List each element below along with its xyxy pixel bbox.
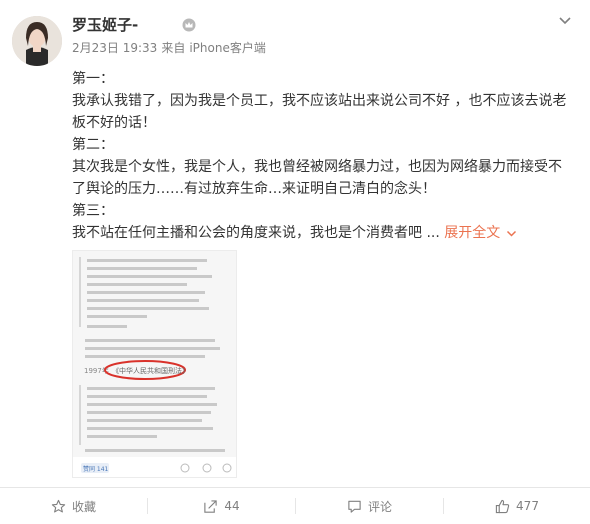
expand-label: 展开全文 bbox=[444, 225, 501, 241]
expand-full-text-link[interactable]: 展开全文 bbox=[444, 225, 517, 241]
post-line: 第一： bbox=[72, 71, 114, 87]
image-footer-count: 赞同 141 bbox=[83, 465, 109, 473]
post-line: 板不好的话！ bbox=[72, 115, 156, 131]
post-time[interactable]: 2月23日 19:33 bbox=[72, 41, 157, 55]
post-line-last: 我不站在任何主播和公会的角度来说，我也是个消费者吧 ... 展开全文 bbox=[72, 222, 517, 244]
post-meta: 2月23日 19:33 来自 iPhone客户端 bbox=[72, 40, 270, 56]
thumbs-up-icon bbox=[495, 499, 510, 513]
like-count: 477 bbox=[516, 499, 539, 513]
comment-label: 评论 bbox=[367, 499, 392, 514]
post-line: 第三： bbox=[72, 203, 114, 219]
repost-count: 44 bbox=[224, 499, 240, 513]
author-name[interactable]: 罗玉姬子- bbox=[72, 14, 138, 36]
post-source[interactable]: iPhone客户端 bbox=[189, 41, 266, 55]
vip-crown-icon bbox=[182, 18, 196, 32]
avatar[interactable] bbox=[12, 16, 62, 66]
post-line: 我承认我错了，因为我是个员工，我不应该站出来说公司不好 ，也不应该去说老 bbox=[72, 93, 567, 109]
post-line: 我不站在任何主播和公会的角度来说，我也是个消费者吧 ... bbox=[72, 225, 440, 241]
comment-icon bbox=[348, 500, 361, 513]
avatar-image bbox=[12, 16, 62, 66]
favorite-button[interactable]: 收藏 bbox=[0, 488, 147, 524]
action-bar: 收藏 44 评论 477 bbox=[0, 488, 590, 524]
comment-button[interactable]: 评论 bbox=[296, 488, 443, 524]
repost-button[interactable]: 44 bbox=[148, 488, 295, 524]
document-screenshot: 1997年 《中华人民共和国刑法》 赞同 141 bbox=[73, 251, 236, 477]
source-prefix: 来自 bbox=[161, 41, 186, 55]
post-image[interactable]: 1997年 《中华人民共和国刑法》 赞同 141 bbox=[72, 250, 237, 478]
post-line: 第二： bbox=[72, 137, 114, 153]
chevron-down-icon[interactable] bbox=[557, 12, 573, 28]
chevron-down-icon bbox=[507, 230, 517, 237]
star-icon bbox=[51, 499, 66, 512]
favorite-label: 收藏 bbox=[71, 499, 96, 514]
post-line: 其次我是个女性，我是个人，我也曾经被网络暴力过，也因为网络暴力而接受不 bbox=[72, 159, 562, 175]
post-line: 了舆论的压力……有过放弃生命…来证明自己清白的念头！ bbox=[72, 181, 436, 197]
like-button[interactable]: 477 bbox=[444, 488, 590, 524]
repost-icon bbox=[204, 499, 218, 513]
image-highlight-text: 《中华人民共和国刑法》 bbox=[112, 366, 189, 375]
